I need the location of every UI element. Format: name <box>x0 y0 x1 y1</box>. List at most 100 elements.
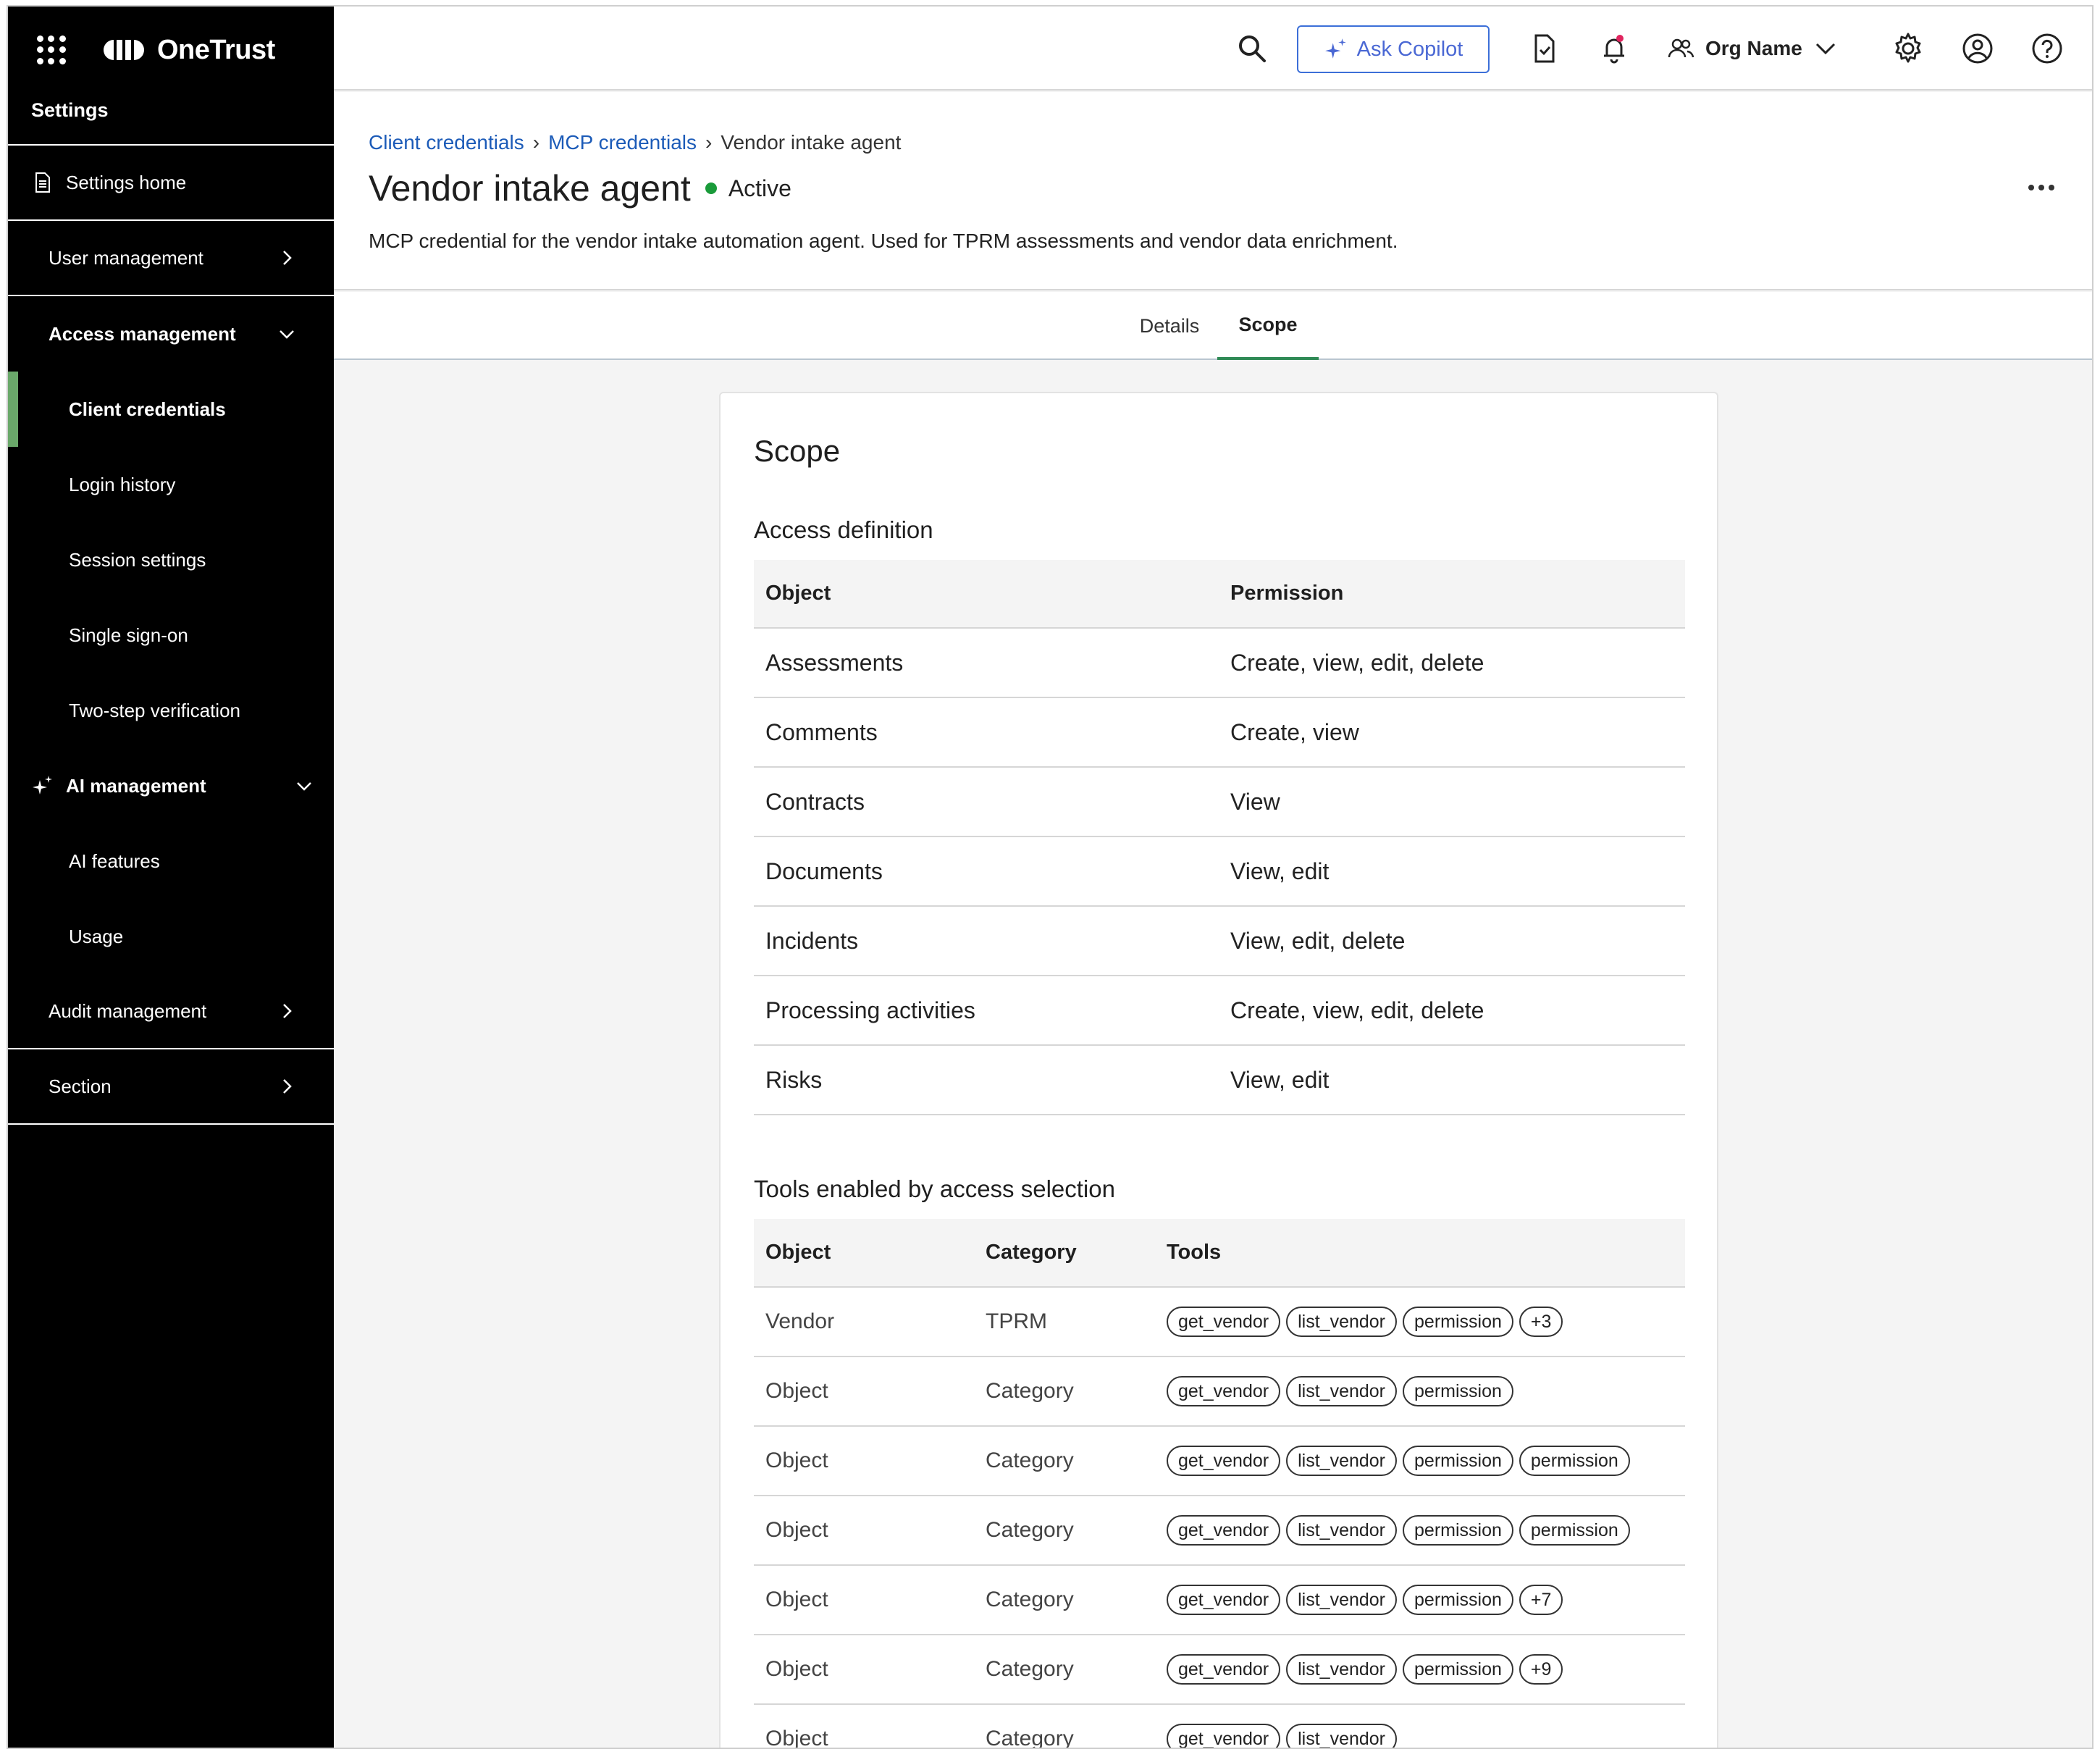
sparkle-icon <box>33 776 52 794</box>
tool-chip[interactable]: permission <box>1403 1654 1513 1685</box>
access-definition-table: Object Permission Assessments Create, vie… <box>754 560 1685 1115</box>
tool-chip-group: get_vendor list_vendor permission +3 <box>1167 1307 1685 1337</box>
sidebar-item-ai-features[interactable]: AI features <box>8 823 334 899</box>
table-row: Incidents View, edit, delete <box>754 906 1685 976</box>
help-icon[interactable] <box>2030 31 2065 66</box>
column-header: Object <box>754 560 1219 629</box>
tool-chip[interactable]: +3 <box>1519 1307 1563 1337</box>
object-cell: Processing activities <box>754 976 1219 1046</box>
permission-cell: View, edit, delete <box>1219 906 1685 976</box>
tools-cell: get_vendor list_vendor permission +3 <box>1155 1287 1685 1357</box>
tool-chip-group: get_vendor list_vendor permission +7 <box>1167 1585 1685 1615</box>
sidebar-item-session-settings[interactable]: Session settings <box>8 522 334 597</box>
tool-chip[interactable]: get_vendor <box>1167 1307 1281 1337</box>
tool-chip[interactable]: get_vendor <box>1167 1515 1281 1546</box>
object-cell: Incidents <box>754 906 1219 976</box>
sidebar-section-title: Settings <box>8 76 334 146</box>
sidebar-item-usage[interactable]: Usage <box>8 899 334 974</box>
tool-chip[interactable]: list_vendor <box>1286 1724 1398 1748</box>
tools-cell: get_vendor list_vendor permission +7 <box>1155 1565 1685 1635</box>
tool-chip[interactable]: list_vendor <box>1286 1446 1398 1476</box>
object-cell: Documents <box>754 836 1219 907</box>
tool-chip[interactable]: get_vendor <box>1167 1654 1281 1685</box>
category-cell: TPRM <box>974 1287 1155 1357</box>
table-row: Object Category get_vendor list_vendor permi… <box>754 1426 1685 1496</box>
tool-chip[interactable]: permission <box>1403 1585 1513 1615</box>
logo[interactable]: OneTrust <box>104 35 275 66</box>
sidebar-item-access-management[interactable]: Access management <box>8 296 334 372</box>
more-options-icon[interactable] <box>2028 185 2054 190</box>
column-header: Object <box>754 1219 974 1288</box>
sidebar-item-client-credentials[interactable]: Client credentials <box>8 372 334 447</box>
tool-chip[interactable]: permission <box>1403 1446 1513 1476</box>
sidebar-item-section[interactable]: Section <box>8 1049 334 1125</box>
permission-cell: Create, view <box>1219 697 1685 768</box>
tool-chip[interactable]: get_vendor <box>1167 1585 1281 1615</box>
tool-chip[interactable]: permission <box>1519 1515 1630 1546</box>
sidebar-item-single-sign-on[interactable]: Single sign-on <box>8 597 334 673</box>
document-check-icon[interactable] <box>1527 31 1562 66</box>
top-bar: Ask Copilot Org Name <box>334 7 2092 91</box>
chevron-right-icon <box>283 251 292 265</box>
tool-chip[interactable]: permission <box>1403 1376 1513 1406</box>
search-icon[interactable] <box>1235 31 1269 66</box>
tool-chip[interactable]: permission <box>1403 1515 1513 1546</box>
gear-icon[interactable] <box>1891 31 1925 66</box>
ask-copilot-button[interactable]: Ask Copilot <box>1297 25 1490 73</box>
tool-chip[interactable]: +7 <box>1519 1585 1563 1615</box>
tab-scope[interactable]: Scope <box>1217 292 1319 360</box>
tool-chip-group: get_vendor list_vendor permission <box>1167 1376 1685 1406</box>
object-cell: Object <box>754 1565 974 1635</box>
status-label: Active <box>728 175 791 201</box>
sidebar-item-settings-home[interactable]: Settings home <box>8 146 334 221</box>
notification-bell-icon[interactable] <box>1597 31 1631 66</box>
page-header: Client credentials › MCP credentials › V… <box>334 92 2092 290</box>
card-title: Scope <box>754 434 841 468</box>
breadcrumb-link-mcp-credentials[interactable]: MCP credentials <box>548 131 697 154</box>
tool-chip[interactable]: list_vendor <box>1286 1307 1398 1337</box>
scope-card: Scope Access definition Object Permissio… <box>719 392 1718 1748</box>
tool-chip[interactable]: list_vendor <box>1286 1515 1398 1546</box>
sidebar-item-login-history[interactable]: Login history <box>8 447 334 522</box>
sidebar-item-user-management[interactable]: User management <box>8 221 334 296</box>
tools-cell: get_vendor list_vendor <box>1155 1704 1685 1748</box>
tool-chip[interactable]: permission <box>1519 1446 1630 1476</box>
user-profile-icon[interactable] <box>1960 31 1995 66</box>
tool-chip-group: get_vendor list_vendor <box>1167 1724 1685 1748</box>
sidebar-item-ai-management[interactable]: AI management <box>8 748 334 823</box>
sidebar-item-two-step-verification[interactable]: Two-step verification <box>8 673 334 748</box>
sidebar-item-audit-management[interactable]: Audit management <box>8 974 334 1049</box>
breadcrumb-link-client-credentials[interactable]: Client credentials <box>369 131 524 154</box>
page-description: MCP credential for the vendor intake aut… <box>369 230 1398 252</box>
category-cell: Category <box>974 1635 1155 1705</box>
sidebar-item-label: Section <box>49 1075 112 1097</box>
document-icon <box>35 172 50 193</box>
column-header: Permission <box>1219 560 1685 629</box>
tool-chip[interactable]: get_vendor <box>1167 1446 1281 1476</box>
permission-cell: View, edit <box>1219 836 1685 907</box>
object-cell: Assessments <box>754 628 1219 698</box>
table-row: Comments Create, view <box>754 697 1685 768</box>
tool-chip[interactable]: list_vendor <box>1286 1585 1398 1615</box>
app-launcher-icon[interactable] <box>37 35 66 64</box>
table-row: Object Category get_vendor list_vendor permi… <box>754 1356 1685 1427</box>
object-cell: Object <box>754 1635 974 1705</box>
org-switcher[interactable]: Org Name <box>1666 28 1839 69</box>
tool-chip[interactable]: +9 <box>1519 1654 1563 1685</box>
sidebar-item-label: Settings home <box>66 171 187 193</box>
tab-details[interactable]: Details <box>1126 292 1213 360</box>
tool-chip[interactable]: get_vendor <box>1167 1724 1281 1748</box>
column-header: Tools <box>1155 1219 1685 1288</box>
chevron-right-icon <box>283 1004 292 1018</box>
tool-chip[interactable]: get_vendor <box>1167 1376 1281 1406</box>
table-row: Processing activities Create, view, edit,… <box>754 976 1685 1046</box>
tool-chip[interactable]: list_vendor <box>1286 1376 1398 1406</box>
breadcrumb-current: Vendor intake agent <box>721 131 902 154</box>
tools-cell: get_vendor list_vendor permission <box>1155 1356 1685 1427</box>
tool-chip[interactable]: list_vendor <box>1286 1654 1398 1685</box>
breadcrumb-separator-icon: › <box>705 131 713 154</box>
table-row: Assessments Create, view, edit, delete <box>754 628 1685 698</box>
tool-chip[interactable]: permission <box>1403 1307 1513 1337</box>
sidebar: OneTrust Settings Settings home User man… <box>8 7 334 1748</box>
category-cell: Category <box>974 1426 1155 1496</box>
